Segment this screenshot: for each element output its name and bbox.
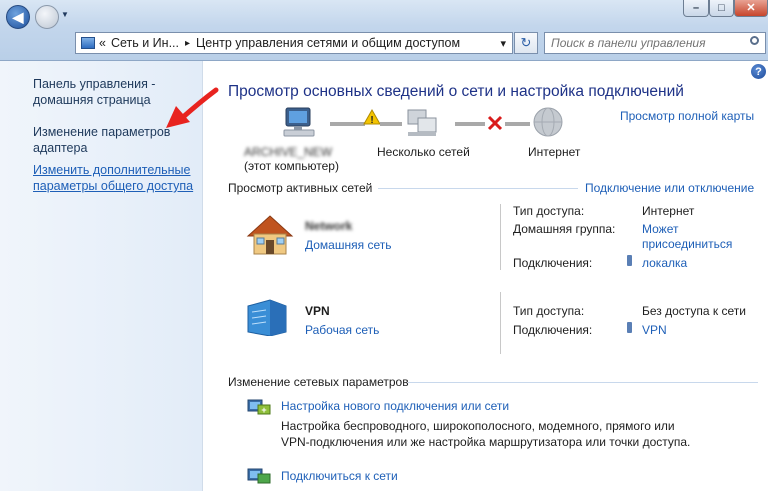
computer-name: ARCHIVE_NEW	[244, 145, 333, 159]
refresh-icon: ↻	[520, 35, 532, 50]
network-1-connections-label: Подключения:	[513, 256, 593, 270]
network-adapter-icon	[627, 255, 632, 266]
minimize-button[interactable]: –	[683, 0, 709, 17]
search-box[interactable]	[544, 32, 766, 54]
maximize-button[interactable]: □	[709, 0, 734, 17]
active-networks-title: Просмотр активных сетей	[228, 181, 373, 195]
computer-subtitle: (этот компьютер)	[244, 159, 339, 173]
forward-button[interactable]	[35, 5, 59, 29]
network-1-connection-link[interactable]: локалка	[642, 256, 687, 270]
warning-icon: !	[363, 108, 381, 126]
title-bar	[0, 0, 768, 26]
multiple-networks-icon	[407, 109, 437, 136]
network-1-type-link[interactable]: Домашняя сеть	[305, 238, 391, 252]
connect-to-network-icon	[247, 468, 271, 484]
network-2-access-value: Без доступа к сети	[642, 304, 746, 318]
new-connection-icon: +	[247, 399, 271, 415]
network-2-connections-label: Подключения:	[513, 323, 593, 337]
page-title: Просмотр основных сведений о сети и наст…	[228, 83, 684, 100]
search-input[interactable]	[551, 34, 741, 52]
computer-icon	[283, 107, 315, 137]
network-2-name: VPN	[305, 304, 330, 318]
internet-label: Интернет	[528, 145, 581, 159]
internet-globe-icon	[533, 107, 563, 137]
network-map-graphics: !	[283, 107, 563, 137]
close-icon: ✕	[746, 1, 756, 14]
minimize-icon: –	[692, 1, 700, 14]
address-dropdown-icon[interactable]: ▾	[500, 37, 506, 50]
network-2-divider	[500, 292, 501, 354]
sidebar-item-advanced-sharing[interactable]: Изменить дополнительные параметры общего…	[33, 162, 198, 194]
disconnected-icon	[487, 115, 503, 131]
section-divider	[378, 188, 578, 189]
network-2-type-link[interactable]: Рабочая сеть	[305, 323, 379, 337]
setup-new-connection-description: Настройка беспроводного, широкополосного…	[281, 419, 691, 449]
history-dropdown-icon[interactable]: ▼	[61, 10, 69, 19]
multiple-networks-label: Несколько сетей	[377, 145, 470, 159]
vpn-adapter-icon	[627, 322, 632, 333]
network-1-name: Network	[305, 219, 353, 233]
connect-to-network-link[interactable]: Подключиться к сети	[281, 469, 398, 483]
address-bar[interactable]: « Сеть и Ин... ▸ Центр управления сетями…	[75, 32, 513, 54]
view-full-map-link[interactable]: Просмотр полной карты	[620, 109, 754, 123]
close-button[interactable]: ✕	[734, 0, 768, 17]
back-arrow-icon: ◀	[12, 8, 24, 25]
network-1-access-label: Тип доступа:	[513, 204, 585, 218]
address-overflow[interactable]: «	[99, 36, 106, 50]
network-2-connection-link[interactable]: VPN	[642, 323, 667, 337]
search-icon	[750, 36, 759, 45]
network-2-access-label: Тип доступа:	[513, 304, 585, 318]
network-1-homegroup-label: Домашняя группа:	[513, 222, 616, 236]
home-network-icon	[246, 215, 294, 255]
breadcrumb-network-center[interactable]: Центр управления сетями и общим доступом	[196, 36, 460, 50]
change-settings-title: Изменение сетевых параметров	[228, 375, 409, 389]
refresh-button[interactable]: ↻	[514, 32, 538, 54]
network-1-homegroup-link[interactable]: Может присоединиться	[642, 222, 742, 252]
back-button[interactable]: ◀	[6, 5, 30, 29]
breadcrumb-network-internet[interactable]: Сеть и Ин...	[111, 36, 179, 50]
red-arrow-annotation	[166, 87, 219, 128]
network-1-access-value: Интернет	[642, 204, 695, 218]
help-icon[interactable]: ?	[751, 64, 766, 79]
breadcrumb-separator-icon[interactable]: ▸	[185, 38, 190, 49]
svg-text:+: +	[261, 405, 266, 415]
connect-disconnect-link[interactable]: Подключение или отключение	[585, 181, 754, 195]
svg-text:!: !	[370, 115, 373, 126]
section-divider	[408, 382, 758, 383]
vpn-network-icon	[247, 299, 287, 336]
maximize-icon: □	[718, 1, 725, 14]
setup-new-connection-link[interactable]: Настройка нового подключения или сети	[281, 399, 509, 413]
network-1-divider	[500, 204, 501, 270]
computer-folder-icon	[81, 37, 95, 49]
